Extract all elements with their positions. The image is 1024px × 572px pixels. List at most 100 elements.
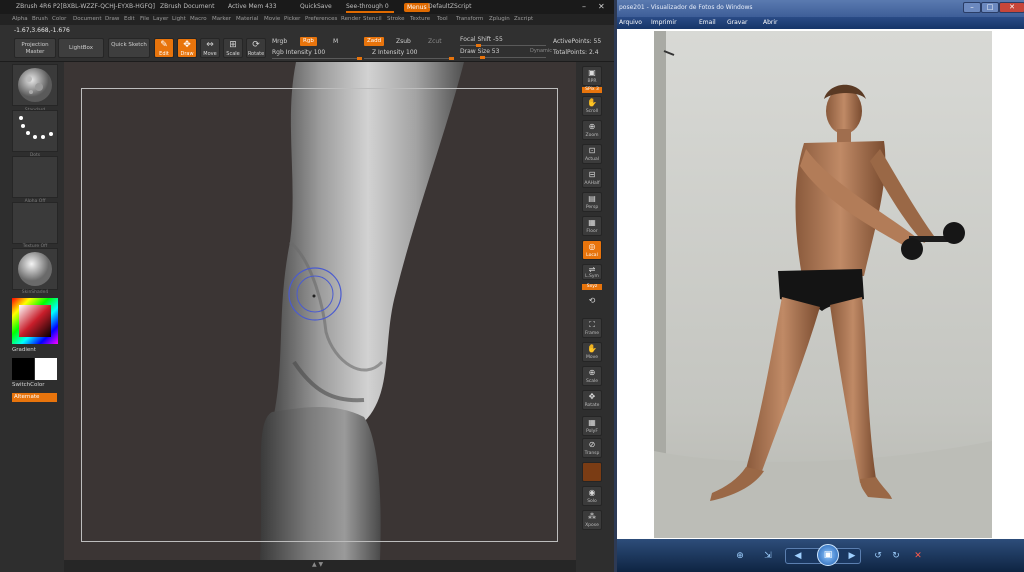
- draw-size-slider[interactable]: Draw Size 53: [460, 48, 499, 55]
- menu-stroke[interactable]: Stroke: [387, 14, 405, 25]
- bpr-button[interactable]: ▣ BPR: [582, 66, 602, 86]
- menu-picker[interactable]: Picker: [284, 14, 300, 25]
- menu-macro[interactable]: Macro: [190, 14, 207, 25]
- menu-abrir[interactable]: Abrir: [763, 17, 778, 29]
- menu-edit[interactable]: Edit: [124, 14, 135, 25]
- rotate-mode-button[interactable]: ⟲: [582, 294, 602, 310]
- frame-button[interactable]: ⛶ Frame: [582, 318, 602, 338]
- quicksave-button[interactable]: QuickSave: [300, 0, 332, 14]
- projection-master-button[interactable]: Projection Master: [14, 38, 56, 58]
- minimize-window-icon[interactable]: –: [963, 2, 981, 13]
- gradient-label[interactable]: Gradient: [12, 347, 36, 353]
- main-color-swatch[interactable]: [12, 358, 34, 380]
- lsym-button[interactable]: ⇌ L.Sym: [582, 264, 602, 280]
- previous-icon[interactable]: ◀: [791, 550, 805, 562]
- z-intensity-knob[interactable]: [449, 57, 454, 60]
- secondary-color-swatch[interactable]: [35, 358, 57, 380]
- rotate-left-icon[interactable]: ↺: [871, 550, 885, 562]
- maximize-window-icon[interactable]: □: [981, 2, 999, 13]
- zsub-button[interactable]: Zsub: [396, 38, 411, 45]
- rgb-intensity-slider[interactable]: Rgb Intensity 100: [272, 49, 325, 56]
- draw-size-knob[interactable]: [480, 56, 485, 59]
- transp-button[interactable]: ⊘ Transp: [582, 438, 602, 458]
- edit-button[interactable]: ✎ Edit: [154, 38, 174, 58]
- scale-button[interactable]: ⊞ Scale: [223, 38, 243, 58]
- rgb-intensity-knob[interactable]: [357, 57, 362, 60]
- menu-file[interactable]: File: [140, 14, 149, 25]
- draw-button[interactable]: ✥ Draw: [177, 38, 197, 58]
- texture-selector[interactable]: [12, 202, 58, 244]
- xpose-button[interactable]: ⁂ Xpose: [582, 510, 602, 530]
- next-icon[interactable]: ▶: [845, 550, 859, 562]
- floor-button[interactable]: ▦ Floor: [582, 216, 602, 236]
- spix-slider[interactable]: SPix 3: [582, 87, 602, 93]
- material-selector[interactable]: [12, 248, 58, 290]
- menu-tool[interactable]: Tool: [437, 14, 448, 25]
- close-icon[interactable]: ✕: [598, 2, 605, 12]
- zadd-button[interactable]: Zadd: [364, 37, 385, 46]
- zcut-button[interactable]: Zcut: [428, 38, 442, 45]
- sxyz-button[interactable]: Sxyz: [582, 284, 602, 290]
- menu-brush[interactable]: Brush: [32, 14, 48, 25]
- menu-render[interactable]: Render: [341, 14, 361, 25]
- close-window-icon[interactable]: ✕: [999, 2, 1024, 13]
- menu-color[interactable]: Color: [52, 14, 66, 25]
- menu-preferences[interactable]: Preferences: [305, 14, 337, 25]
- persp-button[interactable]: ▤ Persp: [582, 192, 602, 212]
- menu-zscript[interactable]: Zscript: [514, 14, 533, 25]
- delete-icon[interactable]: ✕: [911, 550, 925, 562]
- aahalf-button[interactable]: ⊟ AAHalf: [582, 168, 602, 188]
- stroke-selector[interactable]: [12, 110, 58, 152]
- default-zscript-button[interactable]: DefaultZScript: [428, 0, 471, 14]
- m-button[interactable]: M: [333, 38, 338, 45]
- rgb-button[interactable]: Rgb: [300, 37, 317, 46]
- actual-button[interactable]: ⊡ Actual: [582, 144, 602, 164]
- solo-button[interactable]: ◉ Solo: [582, 486, 602, 506]
- menu-transform[interactable]: Transform: [456, 14, 483, 25]
- z-intensity-slider[interactable]: Z Intensity 100: [372, 49, 418, 56]
- ghost-button[interactable]: [582, 462, 602, 482]
- menu-arquivo[interactable]: Arquivo: [619, 17, 642, 29]
- mrgb-button[interactable]: Mrgb: [272, 38, 287, 45]
- dynamic-button[interactable]: Dynamic: [530, 48, 552, 54]
- tray-arrows-icon[interactable]: ▲ ▼: [312, 561, 323, 568]
- zoom-icon[interactable]: ⊕: [733, 550, 747, 562]
- local-button[interactable]: ◎ Local: [582, 240, 602, 260]
- scroll-button[interactable]: ✋ Scroll: [582, 96, 602, 116]
- menu-document[interactable]: Document: [73, 14, 102, 25]
- menu-layer[interactable]: Layer: [153, 14, 168, 25]
- move-button[interactable]: ⇔ Move: [200, 38, 220, 58]
- minimize-icon[interactable]: –: [582, 2, 586, 12]
- alpha-selector[interactable]: [12, 156, 58, 198]
- lightbox-button[interactable]: LightBox: [58, 38, 104, 58]
- menu-movie[interactable]: Movie: [264, 14, 280, 25]
- rotate-view-button[interactable]: ✥ Rotate: [582, 390, 602, 410]
- brush-selector[interactable]: [12, 64, 58, 106]
- menus-button[interactable]: Menus: [404, 3, 430, 12]
- menu-light[interactable]: Light: [172, 14, 186, 25]
- menu-stencil[interactable]: Stencil: [363, 14, 382, 25]
- quick-sketch-button[interactable]: Quick Sketch: [108, 38, 150, 58]
- slideshow-icon[interactable]: ▣: [817, 544, 839, 566]
- menu-texture[interactable]: Texture: [410, 14, 430, 25]
- rotate-right-icon[interactable]: ↻: [889, 550, 903, 562]
- focal-shift-knob[interactable]: [476, 44, 481, 47]
- document-canvas[interactable]: [64, 62, 576, 560]
- zoom-button[interactable]: ⊕ Zoom: [582, 120, 602, 140]
- focal-shift-slider[interactable]: Focal Shift -55: [460, 36, 503, 43]
- color-picker[interactable]: [12, 298, 58, 344]
- menu-gravar[interactable]: Gravar: [727, 17, 748, 29]
- menu-material[interactable]: Material: [236, 14, 258, 25]
- menu-draw[interactable]: Draw: [105, 14, 119, 25]
- alternate-button[interactable]: Alternate: [12, 393, 57, 402]
- move-view-button[interactable]: ✋ Move: [582, 342, 602, 362]
- switch-color-button[interactable]: SwitchColor: [12, 382, 45, 388]
- menu-imprimir[interactable]: Imprimir: [651, 17, 677, 29]
- fit-icon[interactable]: ⇲: [761, 550, 775, 562]
- polyf-button[interactable]: ▦ PolyF: [582, 416, 602, 436]
- menu-marker[interactable]: Marker: [212, 14, 231, 25]
- menu-zplugin[interactable]: Zplugin: [489, 14, 510, 25]
- menu-alpha[interactable]: Alpha: [12, 14, 28, 25]
- rotate-button[interactable]: ⟳ Rotate: [246, 38, 266, 58]
- menu-email[interactable]: Email: [699, 17, 716, 29]
